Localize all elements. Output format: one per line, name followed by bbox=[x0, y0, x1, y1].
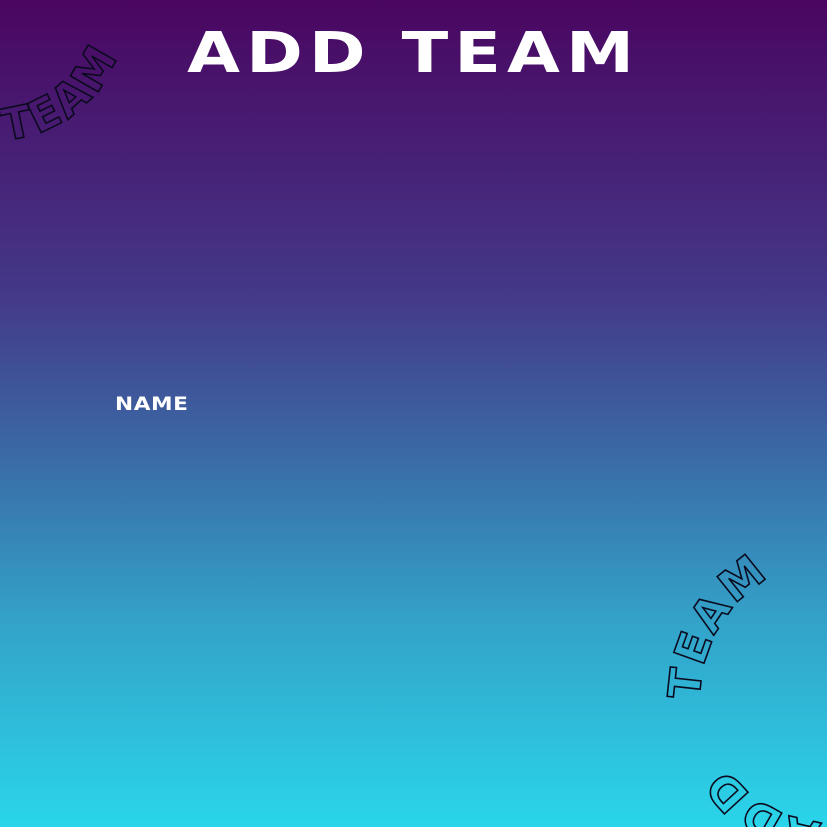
page-title: ADD TEAM bbox=[187, 21, 641, 86]
name-field-label: NAME bbox=[115, 393, 189, 415]
